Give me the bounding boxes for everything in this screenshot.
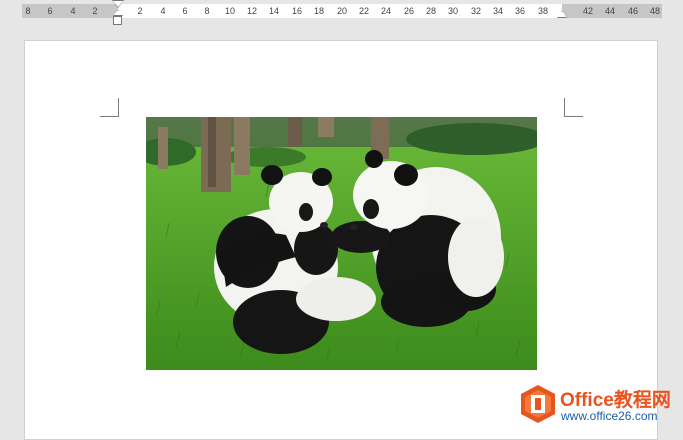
ruler-label: 26 <box>403 6 415 16</box>
ruler-label: 20 <box>336 6 348 16</box>
ruler-label: 4 <box>160 6 166 16</box>
ruler-label: 28 <box>425 6 437 16</box>
ruler-label: 36 <box>514 6 526 16</box>
left-indent-marker[interactable] <box>113 16 122 25</box>
ruler-label: 18 <box>313 6 325 16</box>
margin-corner-top-left <box>100 98 119 117</box>
ruler-label: 44 <box>604 6 616 16</box>
ruler-label: 16 <box>291 6 303 16</box>
horizontal-ruler[interactable]: 8 6 4 2 2 4 6 8 10 12 14 16 18 20 22 24 … <box>0 0 683 25</box>
margin-corner-top-right <box>564 98 583 117</box>
ruler-label: 10 <box>224 6 236 16</box>
ruler-label: 8 <box>204 6 210 16</box>
office-logo-icon <box>521 385 555 423</box>
watermark-title: Office教程网 <box>560 390 671 411</box>
ruler-label: 24 <box>380 6 392 16</box>
ruler-label: 2 <box>137 6 143 16</box>
ruler-label: 2 <box>92 6 98 16</box>
ruler-label: 4 <box>70 6 76 16</box>
ruler-label: 42 <box>582 6 594 16</box>
inserted-picture[interactable] <box>146 117 537 370</box>
ruler-label: 6 <box>47 6 53 16</box>
ruler-label: 6 <box>182 6 188 16</box>
ruler-label: 8 <box>25 6 31 16</box>
ruler-label: 32 <box>470 6 482 16</box>
site-watermark: Office教程网 www.office26.com <box>520 382 683 432</box>
ruler-label: 22 <box>358 6 370 16</box>
ruler-label: 14 <box>268 6 280 16</box>
watermark-url: www.office26.com <box>561 409 658 423</box>
ruler-label: 48 <box>649 6 661 16</box>
first-line-indent-marker-fill <box>113 1 123 7</box>
ruler-label: 30 <box>447 6 459 16</box>
ruler-label: 38 <box>537 6 549 16</box>
ruler-label: 46 <box>627 6 639 16</box>
ruler-label: 34 <box>492 6 504 16</box>
ruler-label: 12 <box>246 6 258 16</box>
